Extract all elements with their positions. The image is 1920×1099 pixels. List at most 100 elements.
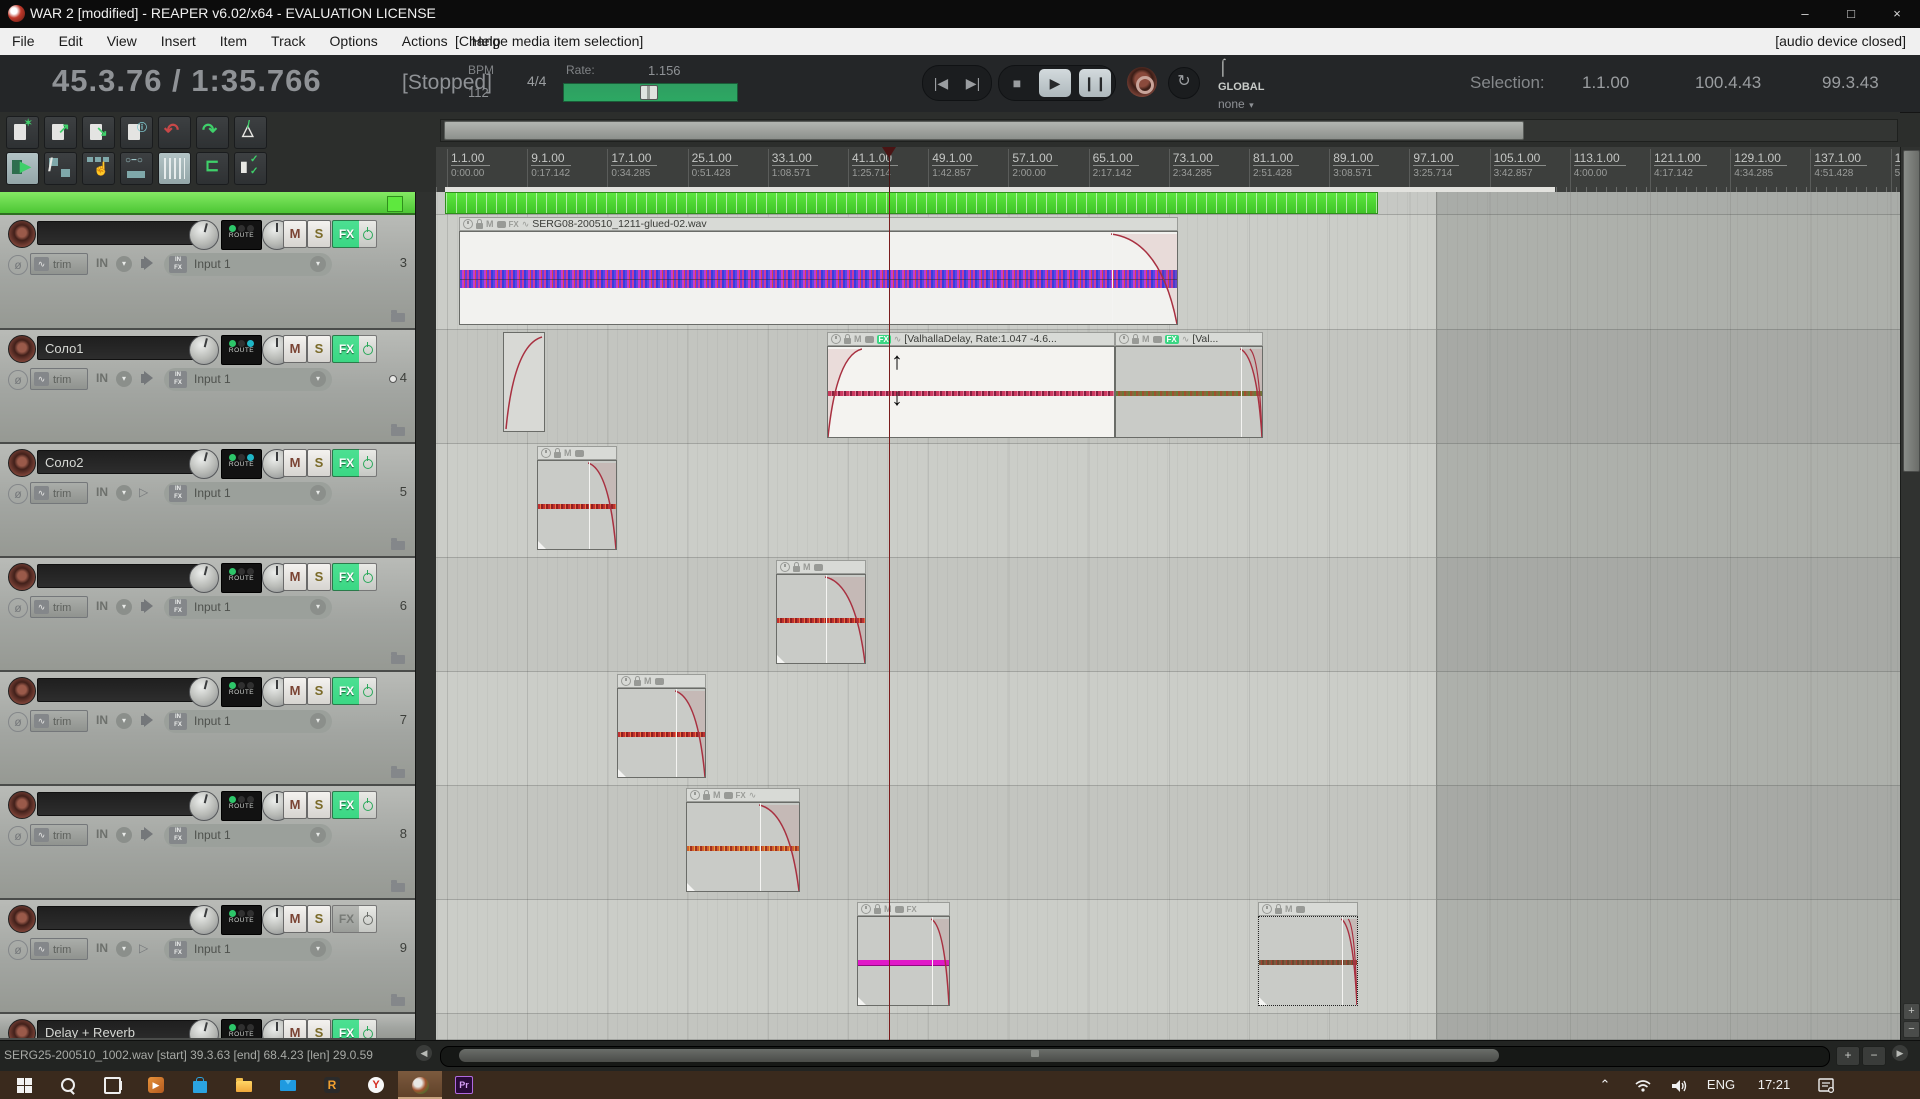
fx-bypass-button[interactable] <box>359 905 377 933</box>
taskbar-media-player-button[interactable]: ▶ <box>134 1071 178 1099</box>
fade-in-curve[interactable] <box>828 347 862 438</box>
monitor-dropdown[interactable]: ▾ <box>116 941 132 957</box>
new-project-button[interactable]: ✶ <box>6 116 39 149</box>
fx-button[interactable]: FX <box>332 905 361 933</box>
record-arm-button[interactable] <box>8 335 36 363</box>
media-item-header[interactable]: M <box>1258 902 1358 916</box>
input-select[interactable]: INFXInput 1▾ <box>164 824 332 847</box>
route-button[interactable]: ROUTE <box>221 449 262 479</box>
fade-out-curve[interactable] <box>1111 232 1177 325</box>
fx-bypass-button[interactable] <box>359 335 377 363</box>
item-grouping-button[interactable]: / <box>44 152 77 185</box>
route-button[interactable]: ROUTE <box>221 335 262 365</box>
ripple-editing-button[interactable]: ⊏ <box>196 152 229 185</box>
fx-bypass-button[interactable] <box>359 449 377 477</box>
fade-handle[interactable] <box>858 997 866 1005</box>
arrange-top-scrollbar-thumb[interactable] <box>444 121 1524 140</box>
track-name-field[interactable] <box>37 221 202 245</box>
fx-button[interactable]: FX <box>332 449 361 477</box>
track-name-field[interactable] <box>37 564 202 588</box>
global-automation-control[interactable]: ⌠ GLOBAL none ▾ <box>1218 59 1274 105</box>
envelope-points-button[interactable]: ○−○ <box>120 152 153 185</box>
zoom-in-horizontal-button[interactable]: + <box>1836 1046 1860 1066</box>
media-item-body[interactable] <box>776 574 866 664</box>
volume-knob[interactable] <box>189 220 219 250</box>
play-cursor-marker[interactable] <box>882 147 896 158</box>
monitor-dropdown[interactable]: ▾ <box>116 485 132 501</box>
go-to-start-button[interactable]: |◀ <box>925 69 957 97</box>
fx-button[interactable]: FX <box>332 220 361 248</box>
fx-button[interactable]: FX <box>332 791 361 819</box>
trim-envelope-button[interactable]: trim∿ <box>30 368 88 390</box>
mute-button[interactable]: M <box>283 677 307 705</box>
input-select[interactable]: INFXInput 1▾ <box>164 482 332 505</box>
route-button[interactable]: ROUTE <box>221 905 262 935</box>
input-select[interactable]: INFXInput 1▾ <box>164 253 332 276</box>
track-name-field[interactable] <box>37 792 202 816</box>
track-panel[interactable]: ROUTEMSFXøtrim∿IN▾INFXInput 1▾7 <box>0 672 415 786</box>
trim-envelope-button[interactable]: trim∿ <box>30 482 88 504</box>
route-button[interactable]: ROUTE <box>221 677 262 707</box>
input-fx-badge[interactable]: INFX <box>169 713 187 730</box>
show-hidden-icons-button[interactable]: ⌃ <box>1590 1071 1620 1099</box>
input-fx-badge[interactable]: INFX <box>169 256 187 273</box>
volume-knob[interactable] <box>189 905 219 935</box>
taskbar-store-button[interactable] <box>178 1071 222 1099</box>
minimize-button[interactable]: – <box>1782 0 1828 28</box>
metronome-button[interactable]: △/ <box>234 116 267 149</box>
record-arm-button[interactable] <box>8 905 36 933</box>
zoom-in-vertical-button[interactable]: + <box>1903 1003 1920 1020</box>
trim-envelope-button[interactable]: trim∿ <box>30 824 88 846</box>
mute-button[interactable]: M <box>283 220 307 248</box>
track-name-field[interactable] <box>37 678 202 702</box>
envelope-button[interactable]: ø <box>8 940 28 960</box>
envelope-button[interactable]: ø <box>8 370 28 390</box>
track-name-field[interactable] <box>37 906 202 930</box>
global-automation-value[interactable]: none <box>1218 97 1245 111</box>
zoom-out-horizontal-button[interactable]: − <box>1862 1046 1886 1066</box>
zoom-out-vertical-button[interactable]: − <box>1903 1021 1920 1038</box>
time-signature[interactable]: 4/4 <box>527 73 546 89</box>
input-fx-badge[interactable]: INFX <box>169 371 187 388</box>
notification-center-button[interactable] <box>1808 1071 1844 1099</box>
volume-knob[interactable] <box>189 335 219 365</box>
track-name-field[interactable]: Соло2 <box>37 450 202 474</box>
menu-track[interactable]: Track <box>259 28 317 55</box>
media-item-body[interactable] <box>686 802 800 892</box>
rate-slider-thumb[interactable] <box>640 85 658 100</box>
menu-actions[interactable]: Actions <box>390 28 460 55</box>
input-select[interactable]: INFXInput 1▾ <box>164 938 332 961</box>
media-item-body[interactable] <box>459 231 1178 325</box>
taskbar-task-view-button[interactable] <box>90 1071 134 1099</box>
input-fx-badge[interactable]: INFX <box>169 827 187 844</box>
envelope-button[interactable]: ø <box>8 484 28 504</box>
selection-length[interactable]: 99.3.43 <box>1822 73 1879 93</box>
project-settings-button[interactable]: ⓘ <box>120 116 153 149</box>
repeat-button[interactable]: ↻ <box>1168 67 1200 99</box>
menu-view[interactable]: View <box>95 28 149 55</box>
fx-button[interactable]: FX <box>332 563 361 591</box>
fx-bypass-button[interactable] <box>359 791 377 819</box>
input-dropdown[interactable]: ▾ <box>310 485 326 501</box>
input-select[interactable]: INFXInput 1▾ <box>164 368 332 391</box>
route-button[interactable]: ROUTE <box>221 791 262 821</box>
input-fx-badge[interactable]: INFX <box>169 485 187 502</box>
trim-envelope-button[interactable]: trim∿ <box>30 596 88 618</box>
media-item-body[interactable] <box>617 688 706 778</box>
taskbar-premiere-button[interactable]: Pr <box>442 1071 486 1099</box>
region-marker-bar[interactable] <box>445 192 1378 214</box>
media-item-header[interactable]: MFX∿[ValhallaDelay, Rate:1.047 -4.6... <box>827 332 1115 346</box>
selection-start[interactable]: 1.1.00 <box>1582 73 1629 93</box>
menu-item[interactable]: Item <box>208 28 259 55</box>
solo-button[interactable]: S <box>307 220 331 248</box>
open-project-button[interactable]: ↗ <box>44 116 77 149</box>
mute-button[interactable]: M <box>283 791 307 819</box>
snap-to-grid-button[interactable] <box>158 152 191 185</box>
bpm-value[interactable]: 112 <box>468 85 489 100</box>
solo-button[interactable]: S <box>307 677 331 705</box>
scroll-left-button[interactable]: ◀ <box>416 1045 432 1061</box>
track-panel[interactable]: ROUTEMSFXøtrim∿IN▾▷INFXInput 1▾9 <box>0 900 415 1014</box>
solo-button[interactable]: S <box>307 335 331 363</box>
fx-bypass-button[interactable] <box>359 220 377 248</box>
input-fx-badge[interactable]: INFX <box>169 941 187 958</box>
